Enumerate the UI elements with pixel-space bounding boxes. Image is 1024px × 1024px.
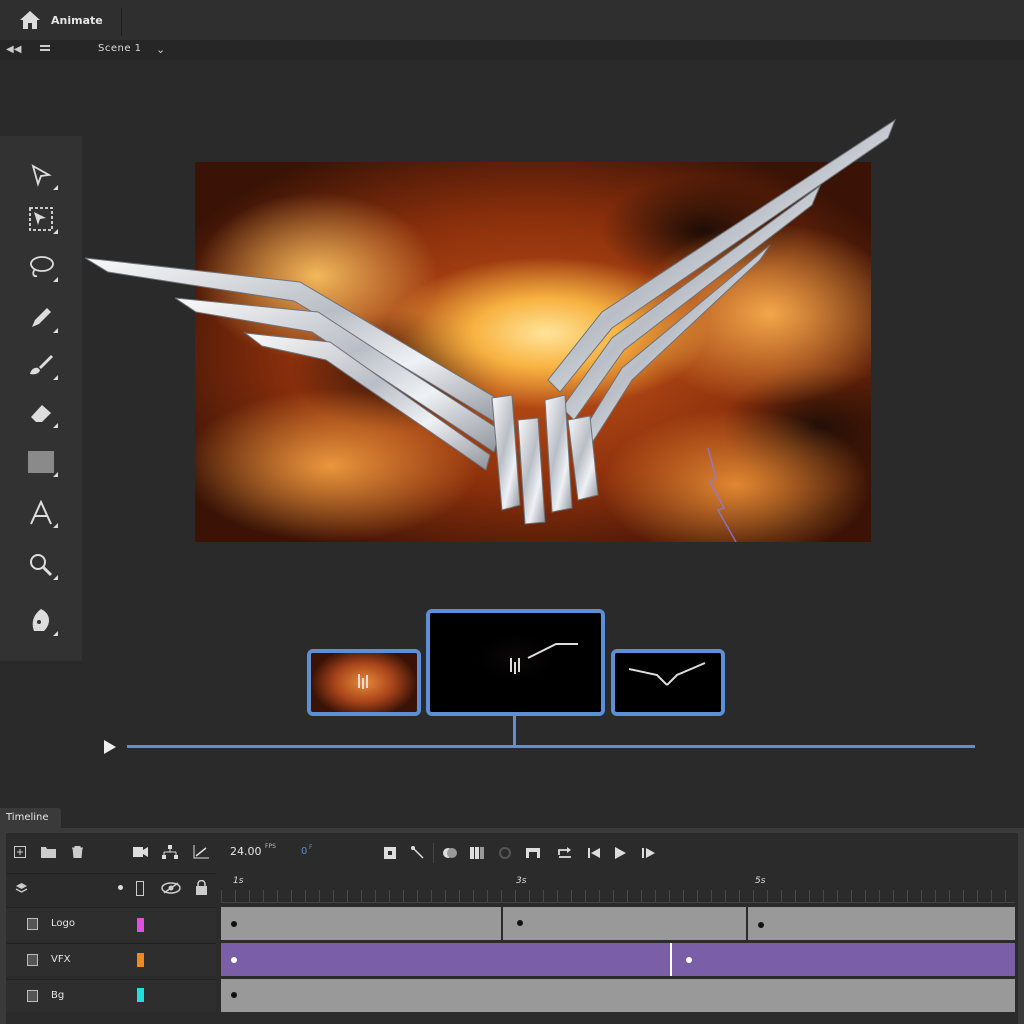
keyframe[interactable] <box>231 992 237 998</box>
track-vfx[interactable] <box>221 943 1015 976</box>
track-logo[interactable] <box>221 907 1015 940</box>
edit-multiple-frames-icon[interactable] <box>469 845 485 861</box>
graph-icon[interactable] <box>193 845 209 859</box>
frame-unit: F <box>309 844 313 851</box>
layer-name[interactable]: Logo <box>51 918 75 929</box>
outline-icon <box>499 847 511 859</box>
new-layer-icon[interactable] <box>14 846 26 858</box>
lock-icon[interactable] <box>195 880 208 895</box>
keyframe-boundary <box>501 907 503 940</box>
scene-thumbnail-3[interactable] <box>611 649 725 716</box>
layer-color-swatch[interactable] <box>137 918 144 932</box>
layer-type-icon <box>27 954 38 966</box>
layers-icon[interactable] <box>15 882 28 895</box>
toolbar-divider <box>433 843 434 863</box>
scrub-connector <box>513 716 516 746</box>
play-icon[interactable] <box>101 738 119 756</box>
layer-row-vfx[interactable]: VFX <box>6 943 216 976</box>
scene-thumbnail-2[interactable] <box>426 609 605 716</box>
tween-icon[interactable] <box>410 845 426 861</box>
scene-thumbnail-1[interactable] <box>307 649 421 716</box>
keyframe[interactable] <box>758 922 764 928</box>
loop-icon[interactable] <box>557 845 573 861</box>
center-frame-icon[interactable] <box>525 845 541 861</box>
layer-name[interactable]: VFX <box>51 954 70 965</box>
ruler-label-1s: 1s <box>233 876 244 886</box>
keyframe[interactable] <box>686 957 692 963</box>
step-forward-icon[interactable] <box>640 845 656 861</box>
stop-icon[interactable] <box>382 845 398 861</box>
keyframe[interactable] <box>231 921 237 927</box>
layer-color-swatch[interactable] <box>137 953 144 967</box>
track-bg[interactable] <box>221 979 1015 1012</box>
tween-keyframe-marker <box>670 943 672 976</box>
logo-mini-icon <box>628 662 706 686</box>
outline-toggle-icon[interactable] <box>136 881 144 896</box>
layer-header <box>6 873 216 903</box>
tab-timeline-label: Timeline <box>6 812 49 823</box>
keyframe-boundary <box>746 907 748 940</box>
layer-name[interactable]: Bg <box>51 990 64 1001</box>
folder-icon[interactable] <box>41 846 56 858</box>
layer-row-logo[interactable]: Logo <box>6 907 216 940</box>
logo-mini-icon <box>510 643 578 674</box>
keyframe[interactable] <box>517 920 523 926</box>
step-back-icon[interactable] <box>586 845 602 861</box>
scrub-bar[interactable] <box>127 745 975 748</box>
onion-skin-icon[interactable] <box>442 845 458 861</box>
timeline-play-icon[interactable] <box>612 845 628 861</box>
trash-icon[interactable] <box>72 846 83 858</box>
ruler-label-5s: 5s <box>755 876 766 886</box>
hierarchy-icon[interactable] <box>162 845 178 859</box>
ruler-label-3s: 3s <box>516 876 527 886</box>
layer-type-icon <box>27 990 38 1002</box>
keyframe[interactable] <box>231 957 237 963</box>
layer-type-icon <box>27 918 38 930</box>
logo-mini-icon <box>358 674 368 689</box>
highlight-toggle-icon[interactable] <box>118 885 123 890</box>
tab-timeline[interactable]: Timeline <box>0 808 61 828</box>
fps-value[interactable]: 24.00 <box>230 845 262 858</box>
camera-icon[interactable] <box>133 846 148 858</box>
fps-unit: FPS <box>265 843 276 850</box>
layer-row-bg[interactable]: Bg <box>6 979 216 1012</box>
ruler-ticks <box>221 890 1015 902</box>
current-frame[interactable]: 0 <box>301 846 307 857</box>
layer-color-swatch[interactable] <box>137 988 144 1002</box>
eye-icon[interactable] <box>161 882 181 894</box>
